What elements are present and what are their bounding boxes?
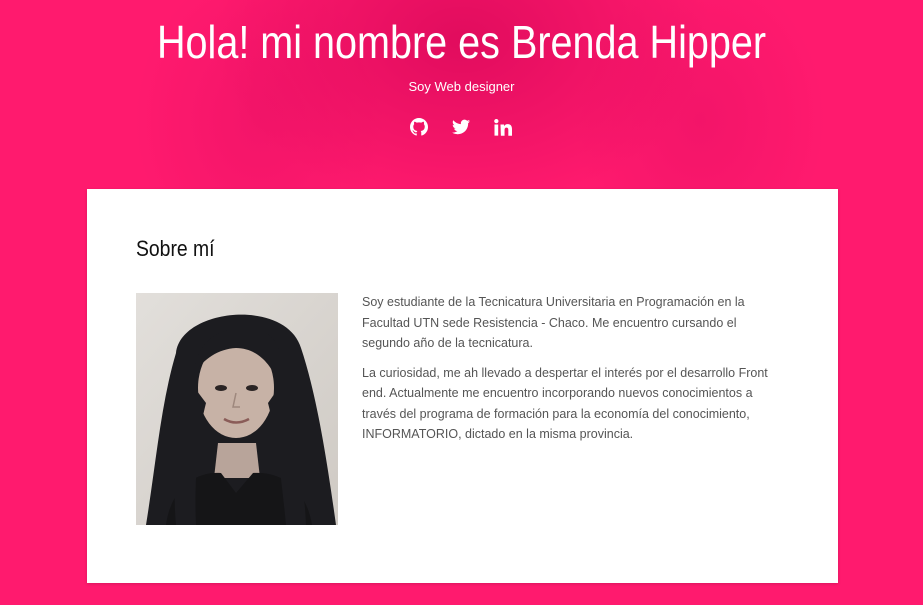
- about-text: Soy estudiante de la Tecnicatura Univers…: [362, 292, 782, 454]
- profile-photo: [136, 293, 338, 525]
- page-title: Hola! mi nombre es Brenda Hipper: [156, 16, 767, 68]
- github-link[interactable]: [409, 117, 429, 137]
- about-paragraph: La curiosidad, me ah llevado a despertar…: [362, 365, 768, 442]
- twitter-link[interactable]: [451, 117, 471, 137]
- about-card: Sobre mí Soy estudiante de la Tecnicatur…: [87, 189, 838, 583]
- social-links: [409, 117, 513, 137]
- about-paragraph: Soy estudiante de la Tecnicatura Univers…: [362, 295, 745, 350]
- twitter-icon: [452, 119, 470, 135]
- linkedin-icon: [494, 118, 512, 136]
- linkedin-link[interactable]: [493, 117, 513, 137]
- page-subtitle: Soy Web designer: [408, 79, 515, 94]
- github-icon: [410, 118, 428, 136]
- about-heading: Sobre mí: [136, 236, 215, 261]
